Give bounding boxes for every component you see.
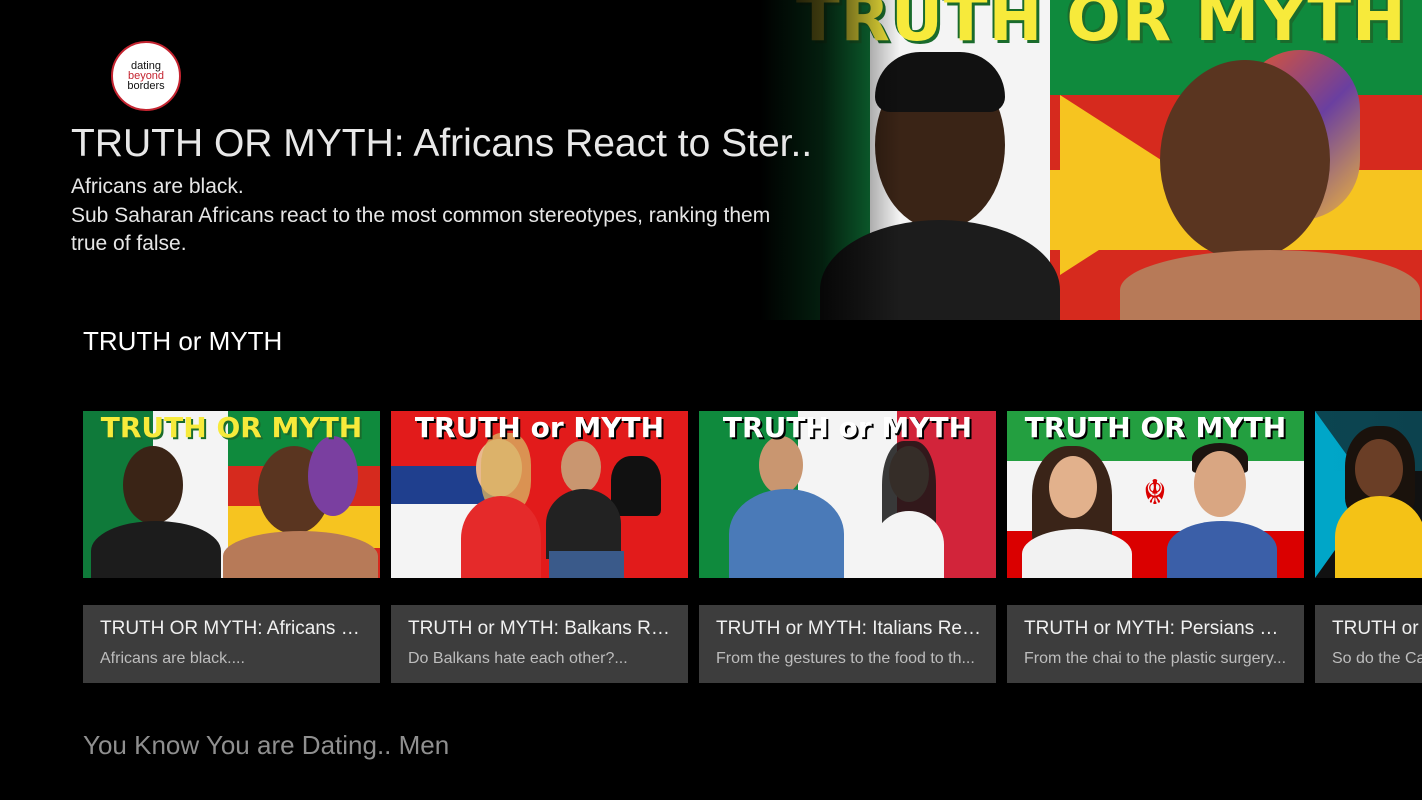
card-title: TRUTH or M [1332, 618, 1422, 639]
card-thumbnail-text: TRUTH OR MYTH [1024, 411, 1287, 444]
row-title-truth-or-myth: TRUTH or MYTH [83, 326, 283, 356]
hero-description-line-2: Sub Saharan Africans react to the most c… [71, 203, 771, 256]
card-info: TRUTH or MYTH: Balkans Rea... Do Balkans… [391, 605, 688, 683]
video-card-italians[interactable]: TRUTH or MYTH TRUTH or MYTH: Italians Re… [699, 411, 996, 683]
card-thumbnail-text: TRUTH or MYTH [414, 411, 665, 444]
card-info: TRUTH or MYTH: Persians Rea... From the … [1007, 605, 1304, 683]
card-description: From the chai to the plastic surgery... [1024, 650, 1287, 667]
card-info: TRUTH or MYTH: Italians Reac... From the… [699, 605, 996, 683]
card-title: TRUTH or MYTH: Italians Reac... [716, 618, 984, 639]
hero-person-right [1100, 30, 1420, 320]
video-card-persians[interactable]: ☬ TRUTH OR MYTH TRUTH or MYTH: Persians … [1007, 411, 1304, 683]
card-info: TRUTH OR MYTH: Africans Re... Africans a… [83, 605, 380, 683]
video-card-balkans[interactable]: TRUTH or MYTH TRUTH or MYTH: Balkans Rea… [391, 411, 688, 683]
hero-title: TRUTH OR MYTH: Africans React to Ster.. [71, 122, 813, 165]
card-description: From the gestures to the food to th... [716, 650, 975, 667]
card-thumbnail: ☬ TRUTH OR MYTH [1007, 411, 1304, 578]
hero-description: Africans are black. Sub Saharan Africans… [71, 173, 811, 259]
card-description: Africans are black.... [100, 650, 245, 667]
card-thumbnail-text: TRUTH or MYTH [722, 411, 973, 444]
card-description: So do the Ca [1332, 650, 1422, 667]
card-title: TRUTH OR MYTH: Africans Re... [100, 618, 368, 639]
channel-logo: dating beyond borders [111, 41, 181, 111]
video-card-africans[interactable]: TRUTH OR MYTH TRUTH OR MYTH: Africans Re… [83, 411, 380, 683]
card-info: TRUTH or M So do the Ca [1315, 605, 1422, 683]
card-thumbnail: TRUTH or MYTH [699, 411, 996, 578]
logo-text-borders: borders [127, 80, 165, 92]
row-cards: TRUTH OR MYTH TRUTH OR MYTH: Africans Re… [83, 411, 1422, 683]
hero-artwork: TRUTH OR MYTH [760, 0, 1422, 320]
hero-description-line-1: Africans are black. [71, 175, 244, 198]
card-description: Do Balkans hate each other?... [408, 650, 628, 667]
card-thumbnail: TRUTH or MYTH [391, 411, 688, 578]
card-title: TRUTH or MYTH: Persians Rea... [1024, 618, 1292, 639]
card-title: TRUTH or MYTH: Balkans Rea... [408, 618, 676, 639]
video-card-partial[interactable]: TRUTH or M So do the Ca [1315, 411, 1422, 683]
tv-browse-screen: TRUTH OR MYTH dating beyond borders TRUT… [0, 0, 1422, 800]
row-title-dating-men: You Know You are Dating.. Men [83, 730, 450, 760]
card-thumbnail: TRUTH OR MYTH [83, 411, 380, 578]
card-thumbnail [1315, 411, 1422, 578]
card-thumbnail-text: TRUTH OR MYTH [100, 411, 363, 444]
